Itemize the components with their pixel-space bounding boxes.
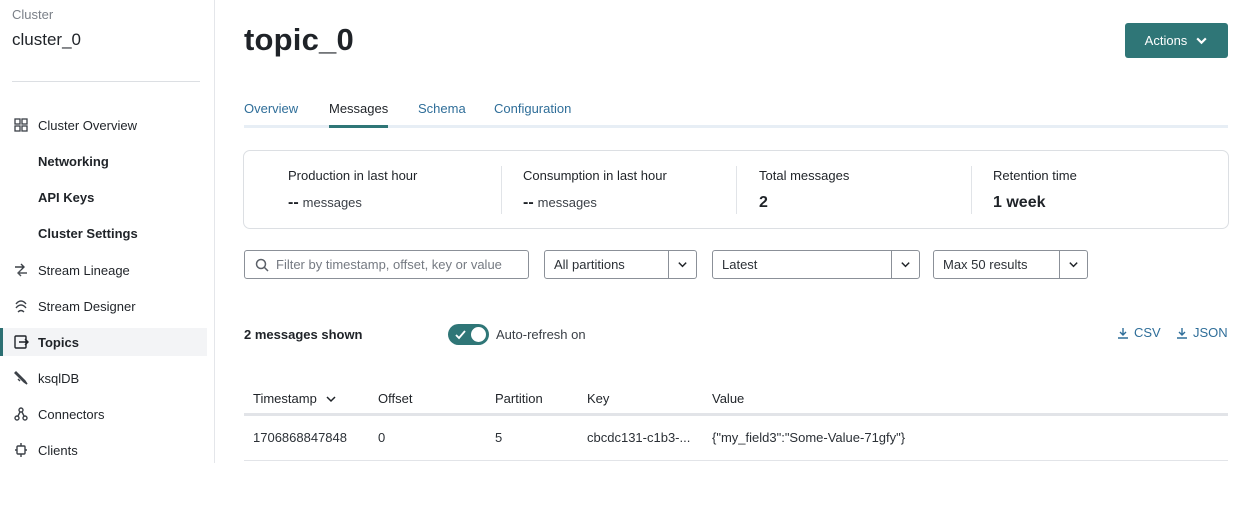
ksqldb-icon: [0, 370, 38, 386]
stat-value-number: --: [288, 194, 299, 211]
connectors-icon: [0, 406, 38, 422]
actions-button-label: Actions: [1144, 33, 1188, 48]
sidebar-item-api-keys[interactable]: API Keys: [0, 183, 207, 211]
sidebar-item-clients[interactable]: Clients: [0, 436, 207, 464]
sidebar-item-label: Clients: [38, 442, 78, 458]
download-csv-link[interactable]: CSV: [1117, 325, 1161, 340]
download-icon: [1118, 327, 1128, 339]
chevron-down-icon: [326, 395, 336, 402]
cluster-name[interactable]: cluster_0: [12, 30, 81, 50]
cell-offset: 0: [378, 430, 386, 445]
sidebar-item-label: Stream Lineage: [38, 262, 130, 278]
stat-value: 2: [759, 194, 768, 211]
table-header: Timestamp Offset Partition Key Value: [244, 385, 1228, 416]
stat-label: Production in last hour: [288, 168, 418, 183]
designer-icon: [0, 298, 38, 314]
stat-label: Consumption in last hour: [523, 168, 667, 183]
sidebar-item-label: Topics: [38, 334, 79, 350]
cell-value: {"my_field3":"Some-Value-71gfy"}: [712, 430, 906, 445]
chevron-down-icon[interactable]: [891, 251, 919, 278]
sidebar-item-ksqldb[interactable]: ksqlDB: [0, 364, 207, 392]
sidebar-item-stream-lineage[interactable]: Stream Lineage: [0, 256, 207, 284]
stat-unit: messages: [537, 195, 597, 210]
tab-bar: Overview Messages Schema Configuration: [244, 98, 1228, 128]
column-header-timestamp[interactable]: Timestamp: [253, 391, 337, 406]
topics-icon: [0, 334, 38, 350]
stat-unit: messages: [302, 195, 362, 210]
sidebar-item-connectors[interactable]: Connectors: [0, 400, 207, 428]
auto-refresh-label: Auto-refresh on: [496, 327, 586, 342]
stats-panel: Production in last hour -- messages Consu…: [243, 150, 1229, 229]
cell-timestamp: 1706868847848: [253, 430, 347, 445]
cluster-caption: Cluster: [12, 7, 54, 22]
sidebar-item-label: Cluster Settings: [38, 225, 138, 241]
sidebar-item-cluster-overview[interactable]: Cluster Overview: [0, 111, 207, 139]
chevron-down-icon: [1196, 37, 1207, 45]
stat-label: Retention time: [993, 168, 1077, 183]
stat-value: 1 week: [993, 194, 1046, 211]
cell-partition: 5: [495, 430, 503, 445]
column-header-key[interactable]: Key: [587, 391, 609, 406]
sidebar-item-label: ksqlDB: [38, 370, 80, 386]
download-icon: [1177, 327, 1187, 339]
messages-count: 2 messages shown: [244, 327, 363, 342]
sidebar-item-stream-designer[interactable]: Stream Designer: [0, 292, 207, 320]
search-icon: [255, 258, 269, 272]
download-json-link[interactable]: JSON: [1176, 325, 1228, 340]
stat-value-number: --: [523, 194, 534, 211]
stat-value: -- messages: [523, 194, 597, 212]
offset-select-value: Latest: [722, 257, 758, 272]
sidebar-item-topics[interactable]: Topics: [0, 328, 207, 356]
offset-select[interactable]: Latest: [712, 250, 920, 279]
auto-refresh-toggle[interactable]: [448, 324, 489, 345]
download-json-label: JSON: [1193, 325, 1228, 340]
stat-label: Total messages: [759, 168, 850, 183]
sidebar-item-networking[interactable]: Networking: [0, 147, 207, 175]
sidebar-item-label: Stream Designer: [38, 298, 136, 314]
column-header-offset[interactable]: Offset: [378, 391, 412, 406]
search-input[interactable]: [276, 257, 526, 272]
table-row[interactable]: 1706868847848 0 5 cbcdc131-c1b3-... {"my…: [244, 416, 1228, 461]
page-title: topic_0: [244, 22, 354, 57]
grid-icon: [0, 117, 38, 133]
messages-table: Timestamp Offset Partition Key Value 170…: [244, 385, 1228, 461]
stat-divider: [501, 166, 502, 214]
sidebar-item-label: Networking: [38, 153, 109, 169]
clients-icon: [0, 442, 38, 458]
partition-select-value: All partitions: [554, 257, 625, 272]
tab-configuration[interactable]: Configuration: [494, 101, 571, 125]
download-csv-label: CSV: [1134, 325, 1161, 340]
cell-key: cbcdc131-c1b3-...: [587, 430, 691, 445]
stat-divider: [736, 166, 737, 214]
limit-select[interactable]: Max 50 results: [933, 250, 1088, 279]
toggle-knob: [471, 327, 486, 342]
stat-divider: [971, 166, 972, 214]
tab-overview[interactable]: Overview: [244, 101, 298, 125]
sidebar-item-label: Connectors: [38, 406, 105, 422]
chevron-down-icon[interactable]: [1059, 251, 1087, 278]
column-header-value[interactable]: Value: [712, 391, 744, 406]
sidebar-divider: [12, 81, 200, 82]
chevron-down-icon[interactable]: [668, 251, 696, 278]
column-header-label: Timestamp: [253, 391, 317, 406]
tab-schema[interactable]: Schema: [418, 101, 466, 125]
stat-value: -- messages: [288, 194, 362, 212]
lineage-icon: [0, 262, 38, 278]
filter-search-box[interactable]: [244, 250, 529, 279]
sidebar-item-cluster-settings[interactable]: Cluster Settings: [0, 219, 207, 247]
sidebar-item-label: API Keys: [38, 189, 95, 205]
actions-button[interactable]: Actions: [1125, 23, 1228, 58]
column-header-partition[interactable]: Partition: [495, 391, 543, 406]
check-icon: [455, 330, 466, 340]
tab-messages[interactable]: Messages: [329, 101, 389, 128]
limit-select-value: Max 50 results: [943, 257, 1028, 272]
sidebar-item-label: Cluster Overview: [38, 117, 137, 133]
sidebar: Cluster cluster_0 Cluster Overview Netwo…: [0, 0, 215, 463]
partition-select[interactable]: All partitions: [544, 250, 697, 279]
